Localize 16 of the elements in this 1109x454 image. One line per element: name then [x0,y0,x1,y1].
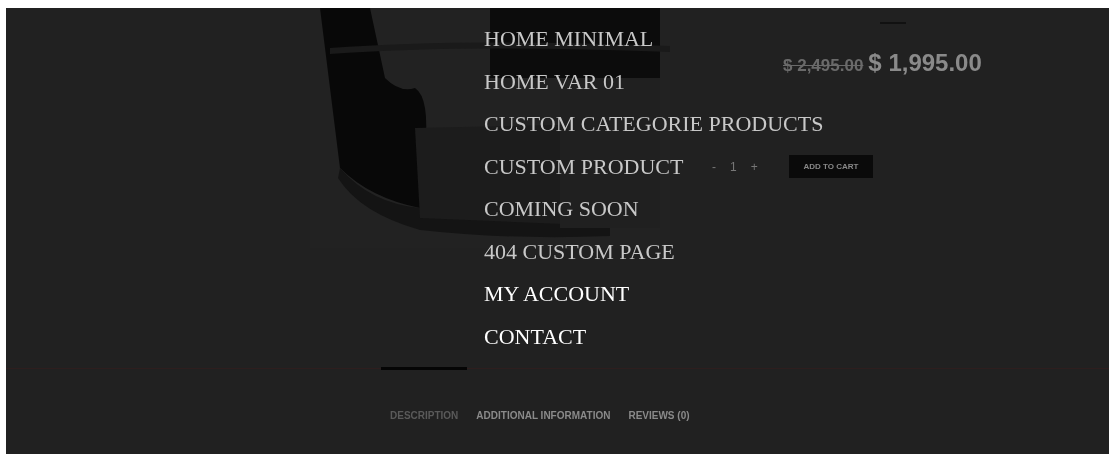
menu-item[interactable]: 404 CUSTOM PAGE [484,230,675,273]
tab[interactable]: ADDITIONAL INFORMATION [467,367,620,427]
add-to-cart-button[interactable]: ADD TO CART [789,155,873,178]
old-price: $ 2,495.00 [783,55,864,77]
quantity-increase[interactable]: + [750,158,758,176]
menu-item[interactable]: HOME MINIMAL [484,18,654,61]
menu-item[interactable]: CUSTOM PRODUCT [484,145,684,188]
quantity-decrease[interactable]: - [712,158,716,176]
menu-item[interactable]: HOME VAR 01 [484,60,625,103]
menu-item[interactable]: CUSTOM CATEGORIE PRODUCTS [484,103,824,146]
quantity-field[interactable]: 1 [730,158,737,176]
menu-item[interactable]: COMING SOON [484,188,639,231]
sale-price: $ 1,995.00 [868,48,982,78]
menu-item[interactable]: CONTACT [484,315,587,358]
menu-item[interactable]: MY ACCOUNT [484,273,630,316]
tab[interactable]: REVIEWS (0) [619,367,699,427]
